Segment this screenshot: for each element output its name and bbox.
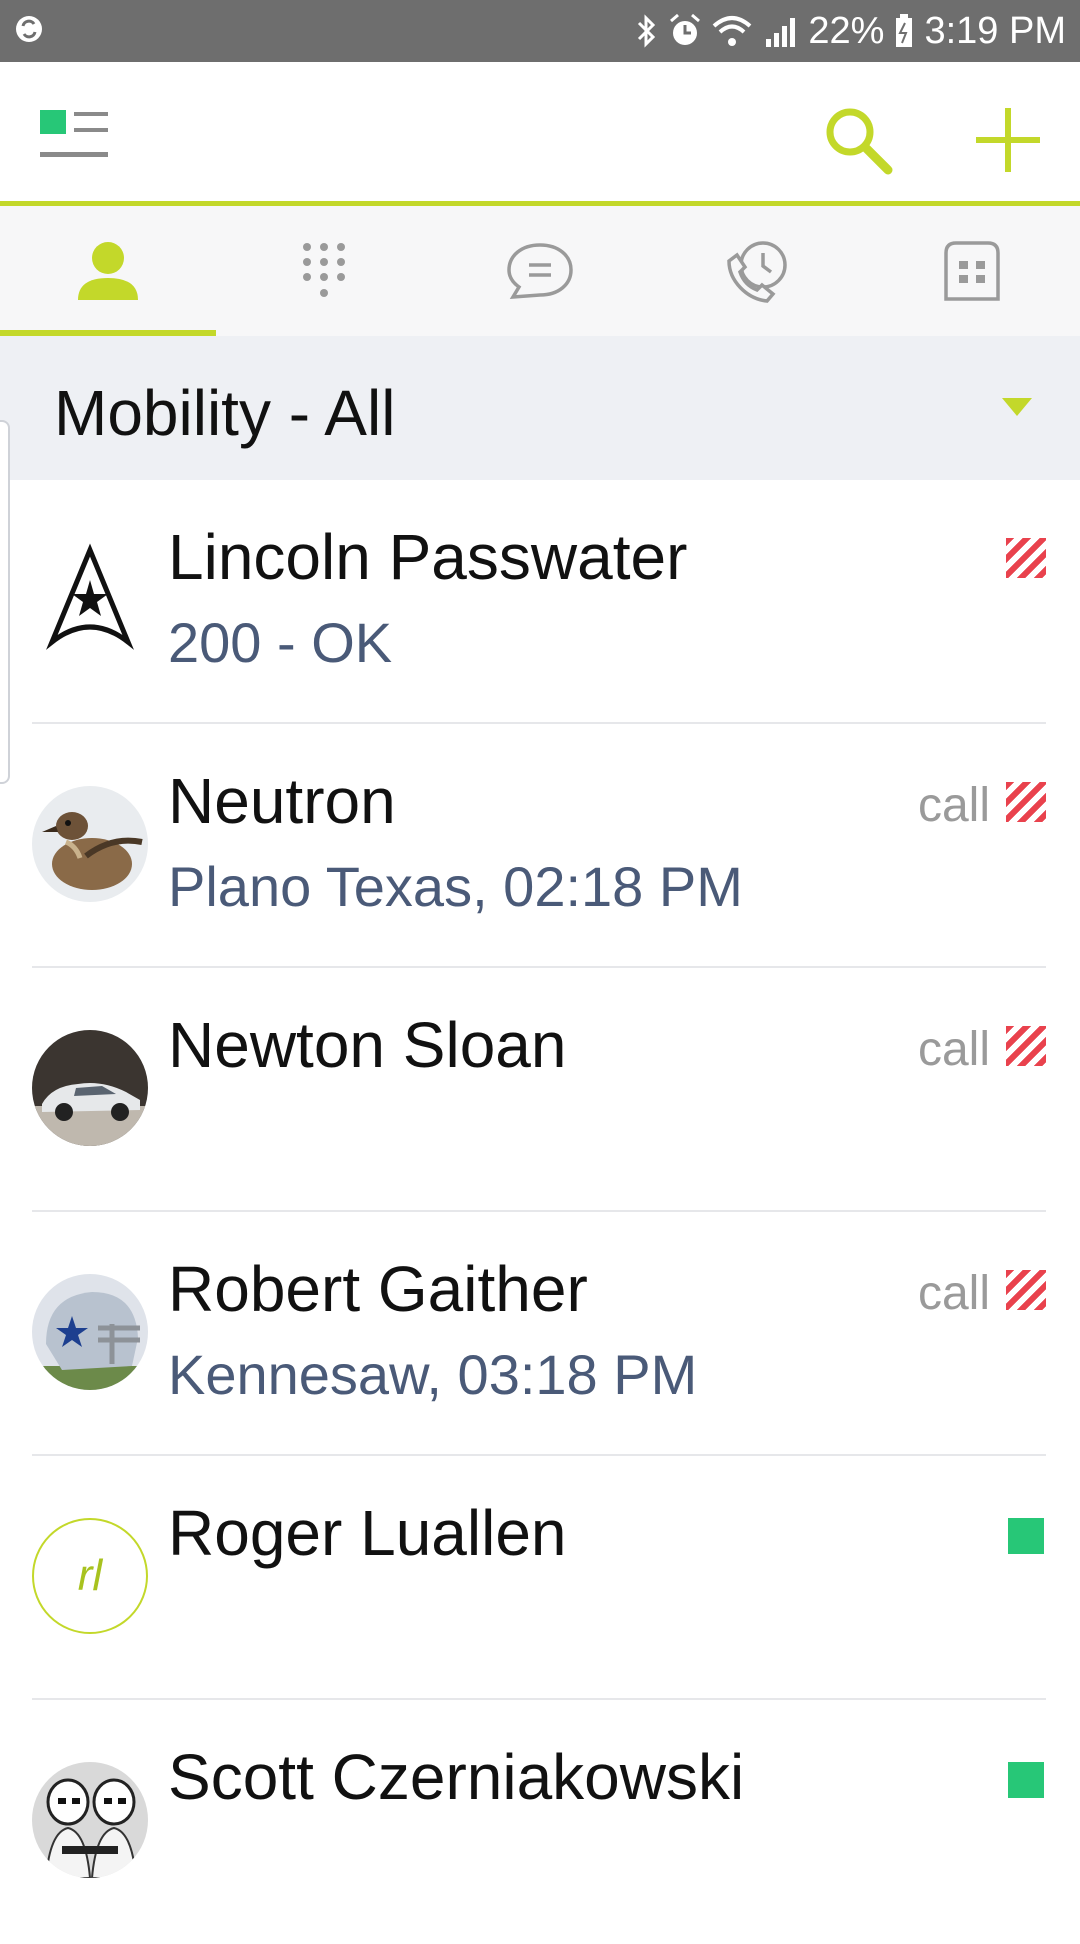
bluetooth-icon: [638, 14, 656, 48]
contacts-icon: [78, 242, 138, 300]
status-bar: 22% 3:19 PM: [0, 0, 1080, 62]
dialpad-icon: [303, 243, 345, 297]
contact-list: Lincoln Passwater 200 - OK Neutron Plano…: [0, 480, 1080, 1944]
tab-dialpad[interactable]: [216, 206, 432, 336]
stormtroopers-avatar: [32, 1762, 148, 1878]
bird-photo-avatar: [32, 786, 148, 902]
app-bar: [0, 62, 1080, 206]
contact-row[interactable]: rl Roger Luallen: [32, 1456, 1046, 1700]
call-label[interactable]: call: [918, 1022, 990, 1077]
contact-subtitle: Kennesaw, 03:18 PM: [168, 1343, 698, 1406]
busy-status-icon: [1006, 538, 1046, 578]
online-status-icon: [1008, 1762, 1044, 1798]
car-photo-avatar: [32, 1030, 148, 1146]
battery-icon: [896, 14, 913, 47]
battery-percent: 22%: [808, 9, 885, 52]
contact-row[interactable]: Neutron Plano Texas, 02:18 PM call: [32, 724, 1046, 968]
initials-avatar: rl: [32, 1518, 148, 1634]
tab-chat[interactable]: [432, 206, 648, 336]
menu-icon[interactable]: [40, 106, 110, 166]
wifi-icon: [713, 16, 752, 46]
call-label[interactable]: call: [918, 1266, 990, 1321]
group-filter-dropdown[interactable]: Mobility - All: [0, 336, 1080, 480]
busy-status-icon: [1006, 1270, 1046, 1310]
contact-subtitle: 200 - OK: [168, 611, 393, 674]
contact-row[interactable]: Newton Sloan call: [32, 968, 1046, 1212]
call-history-icon: [727, 241, 787, 303]
app-notification-icon: [16, 16, 42, 42]
tab-bar: [0, 206, 1080, 336]
call-label[interactable]: call: [918, 778, 990, 833]
add-icon[interactable]: [970, 102, 1046, 178]
online-status-icon: [1008, 1518, 1044, 1554]
contact-name: Robert Gaither: [168, 1253, 588, 1325]
signal-icon: [766, 18, 796, 47]
contact-row[interactable]: Robert Gaither Kennesaw, 03:18 PM call: [32, 1212, 1046, 1456]
contact-name: Lincoln Passwater: [168, 521, 688, 593]
alarm-icon: [670, 13, 701, 45]
cowboys-helmet-avatar: [32, 1274, 148, 1390]
contact-name: Newton Sloan: [168, 1009, 567, 1081]
busy-status-icon: [1006, 1026, 1046, 1066]
contact-subtitle: Plano Texas, 02:18 PM: [168, 855, 743, 918]
contact-row[interactable]: Scott Czerniakowski: [32, 1700, 1046, 1944]
tab-contacts[interactable]: [0, 206, 216, 336]
directory-icon: [944, 241, 1000, 301]
search-icon[interactable]: [820, 102, 896, 178]
contact-name: Roger Luallen: [168, 1497, 567, 1569]
contact-name: Scott Czerniakowski: [168, 1741, 745, 1813]
clock-time: 3:19 PM: [924, 9, 1066, 52]
tab-call-history[interactable]: [648, 206, 864, 336]
contact-row[interactable]: Lincoln Passwater 200 - OK: [32, 480, 1046, 724]
chat-icon: [507, 243, 573, 299]
group-filter-label: Mobility - All: [54, 377, 396, 449]
tab-directory[interactable]: [864, 206, 1080, 336]
busy-status-icon: [1006, 782, 1046, 822]
contact-name: Neutron: [168, 765, 396, 837]
chevron-down-icon[interactable]: [1002, 398, 1032, 416]
starfleet-avatar: [32, 542, 148, 658]
